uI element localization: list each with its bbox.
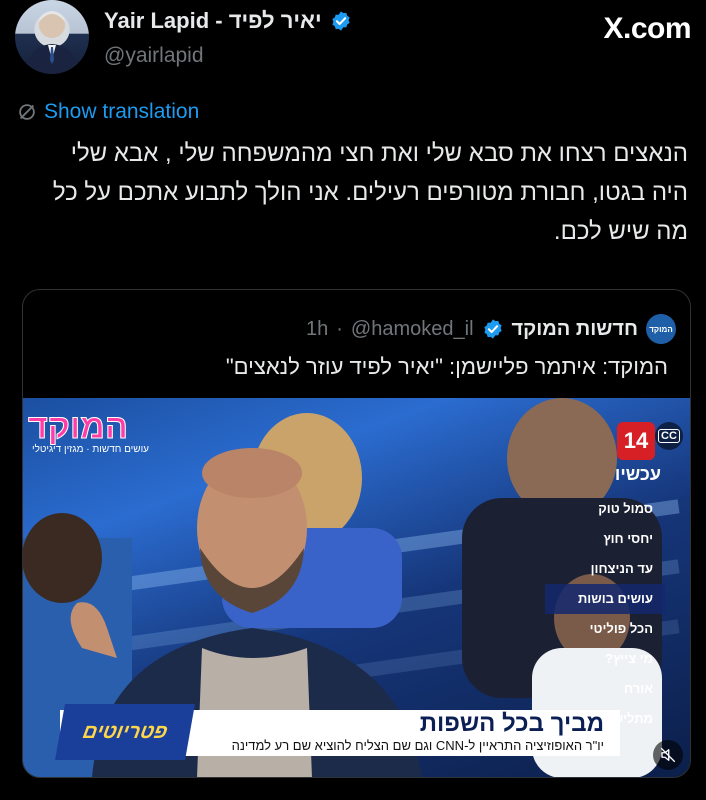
site-brand: X.com	[603, 12, 691, 45]
program-menu-item: עושים בושות	[545, 584, 665, 614]
program-menu-item: מי צייץ?	[605, 651, 653, 666]
program-menu-item: אורח	[624, 681, 653, 696]
quote-header: 1h · @hamoked_il חדשות המוקד המוקד	[306, 314, 676, 344]
logo-title: המוקד	[28, 408, 129, 447]
lower-third-subtitle: יו"ר האופוזיציה התראיין ל-CNN וגם שם הצל…	[231, 738, 604, 753]
lower-third-badge-label: פטריוטים	[81, 720, 170, 743]
handle[interactable]: @yairlapid	[104, 44, 204, 68]
show-translation-label[interactable]: Show translation	[44, 100, 199, 124]
name-row: Yair Lapid - יאיר לפיד	[104, 8, 352, 34]
quote-time[interactable]: 1h	[306, 318, 328, 341]
tweet-header: Yair Lapid - יאיר לפיד @yairlapid X.com	[15, 0, 691, 82]
now-label: עכשיו	[614, 464, 661, 484]
video-player[interactable]: המוקד עושים חדשות · מגזין דיגיטלי 14 CC …	[23, 398, 690, 777]
closed-captions-button[interactable]: CC	[655, 422, 683, 450]
lower-third-badge: פטריוטים	[55, 704, 195, 760]
avatar-portrait	[25, 11, 79, 74]
channel-number: 14	[623, 428, 649, 453]
quoted-tweet[interactable]: 1h · @hamoked_il חדשות המוקד המוקד המוקד…	[22, 289, 691, 778]
quote-separator: ·	[336, 317, 343, 340]
logo-subtitle: עושים חדשות · מגזין דיגיטלי	[32, 444, 149, 455]
program-menu-item: הכל פוליטי	[589, 621, 653, 636]
display-name[interactable]: Yair Lapid - יאיר לפיד	[104, 8, 322, 34]
channel-logo: המוקד עושים חדשות · מגזין דיגיטלי	[28, 408, 208, 456]
lower-third: מביך בכל השפות יו"ר האופוזיציה התראיין ל…	[55, 704, 620, 760]
quote-text: המוקד: איתמר פליישמן: "יאיר לפיד עוזר לנ…	[225, 354, 668, 379]
verified-badge-icon	[332, 11, 350, 31]
mute-button[interactable]	[653, 740, 683, 770]
avatar[interactable]	[15, 0, 89, 74]
tweet-text: הנאצים רצחו את סבא שלי ואת חצי מהמשפחה ש…	[52, 140, 688, 245]
program-menu-item: יחסי חוץ	[603, 531, 653, 546]
channel-14-badge: 14	[617, 422, 655, 460]
program-menu: סמול טוק יחסי חוץ עד הניצחון עושים בושות הכל…	[545, 494, 665, 734]
quote-avatar[interactable]: המוקד	[646, 314, 676, 344]
lower-third-title: מביך בכל השפות	[419, 710, 604, 737]
program-menu-item: עד הניצחון	[590, 561, 653, 576]
cc-label: CC	[658, 429, 680, 443]
program-menu-item: סמול טוק	[598, 501, 653, 516]
quote-handle[interactable]: @hamoked_il	[351, 318, 474, 341]
muted-speaker-icon	[660, 747, 676, 763]
quote-display-name[interactable]: חדשות המוקד	[512, 318, 638, 341]
translate-icon	[19, 104, 35, 120]
quote-avatar-text: המוקד	[649, 324, 673, 334]
quote-verified-badge-icon	[483, 319, 502, 339]
show-translation-link[interactable]: Show translation	[16, 100, 199, 124]
